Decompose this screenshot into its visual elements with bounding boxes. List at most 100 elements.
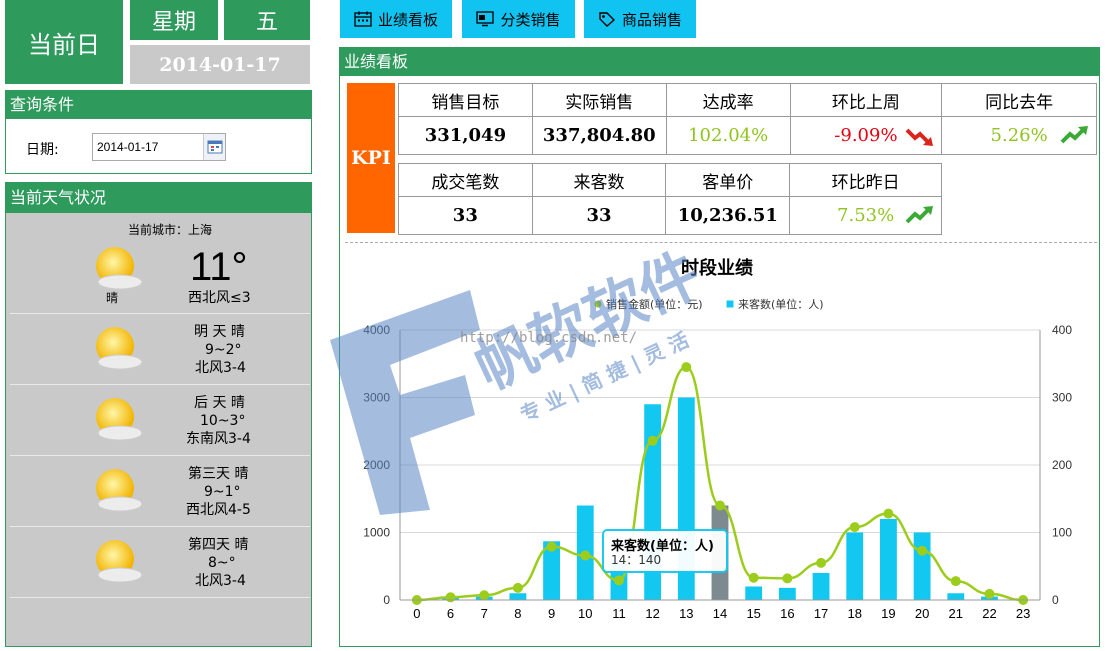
kpi-value: 33 — [398, 196, 533, 235]
forecast-temp: 9~2° — [205, 342, 242, 358]
tab-performance-board[interactable]: 业绩看板 — [340, 0, 452, 38]
sales-point — [883, 508, 894, 519]
y-right-tick-label: 400 — [1052, 323, 1072, 337]
forecast-temp: 9~1° — [204, 484, 241, 500]
y-right-tick-label: 100 — [1052, 526, 1072, 540]
kpi-header: 环比上周 — [789, 83, 943, 117]
kpi-value: 5.26% — [990, 125, 1048, 146]
tab-label: 分类销售 — [500, 10, 561, 29]
kpi-header: 环比昨日 — [789, 163, 942, 197]
sunny-icon — [96, 469, 143, 512]
query-panel-title: 查询条件 — [6, 91, 311, 119]
x-tick-label: 22 — [982, 606, 996, 621]
trend-up-icon — [1060, 126, 1088, 144]
weather-forecast-2: 后 天 晴 10~3° 东南风3-4 — [10, 385, 310, 456]
weekday-value-block: 五 — [224, 0, 310, 40]
kpi-value: 337,804.80 — [531, 116, 667, 155]
forecast-temp: 8~° — [208, 555, 236, 571]
sales-point — [479, 590, 490, 601]
forecast-day: 第四天 晴 — [188, 537, 249, 553]
sales-point — [782, 573, 793, 584]
calendar-icon — [354, 11, 372, 27]
kpi-divider — [345, 242, 1097, 243]
forecast-temp: 10~3° — [200, 413, 246, 429]
kpi-value: -9.09% — [834, 125, 898, 146]
tab-product-sales[interactable]: 商品销售 — [584, 0, 696, 38]
x-tick-label: 13 — [679, 606, 693, 621]
kpi-value: 331,049 — [398, 116, 533, 155]
tab-category-sales[interactable]: 分类销售 — [462, 0, 575, 38]
bar — [846, 532, 864, 600]
kpi-badge: KPI — [347, 83, 395, 233]
weather-forecast-4: 第四天 晴 8~° 北风3-4 — [10, 527, 310, 598]
tooltip-text: 14：140 — [611, 553, 661, 567]
forecast-wind: 东南风3-4 — [186, 431, 251, 447]
bar — [812, 573, 830, 600]
x-tick-label: 19 — [881, 606, 895, 621]
kpi-value-cell: -9.09% — [789, 116, 943, 155]
kpi-label: KPI — [351, 147, 391, 169]
sales-point — [613, 575, 624, 586]
tag-icon — [599, 12, 616, 27]
bar — [947, 593, 965, 600]
x-tick-label: 18 — [848, 606, 862, 621]
bar — [778, 587, 796, 600]
y-right-tick-label: 0 — [1052, 593, 1059, 607]
kpi-table-row2: 成交笔数 来客数 客单价 环比昨日 33 33 10,236.51 7.53% — [398, 163, 942, 235]
forecast-wind: 西北风4-5 — [186, 502, 251, 518]
weekday-label-block: 星期 — [130, 0, 218, 40]
kpi-header: 实际销售 — [531, 83, 667, 117]
bar — [745, 586, 763, 600]
dashboard-title: 业绩看板 — [340, 48, 1099, 76]
x-tick-label: 21 — [949, 606, 963, 621]
sales-point — [647, 435, 658, 446]
sales-point — [445, 592, 456, 603]
kpi-table-row1: 销售目标 实际销售 达成率 环比上周 同比去年 331,049 337,804.… — [398, 83, 1097, 155]
forecast-day: 第三天 晴 — [188, 466, 249, 482]
legend-marker — [726, 300, 734, 308]
current-day-label: 当前日 — [28, 30, 100, 59]
x-tick-label: 23 — [1016, 606, 1030, 621]
trend-down-icon — [905, 128, 934, 146]
y-left-tick-label: 4000 — [363, 323, 390, 337]
x-tick-label: 10 — [578, 606, 592, 621]
header-date: 2014-01-17 — [159, 53, 281, 76]
forecast-day: 后 天 晴 — [194, 395, 245, 411]
sunny-icon — [96, 540, 143, 583]
trend-up-icon — [905, 206, 933, 224]
weather-today-desc: 晴 — [106, 291, 119, 305]
x-tick-label: 20 — [915, 606, 929, 621]
x-tick-label: 7 — [481, 606, 488, 621]
x-tick-label: 17 — [814, 606, 828, 621]
forecast-day: 明 天 晴 — [194, 324, 245, 340]
date-input-value: 2014-01-17 — [97, 140, 159, 154]
sales-point — [512, 582, 523, 593]
x-tick-label: 16 — [780, 606, 794, 621]
sales-point — [849, 522, 860, 533]
sales-point — [748, 572, 759, 583]
weather-today-wind: 西北风≤3 — [188, 290, 251, 306]
hourly-performance-chart: 时段业绩 销售金额(单位：元) 来客数(单位：人) 0 01000 1002000 20… — [363, 257, 1072, 621]
x-tick-label: 6 — [447, 606, 454, 621]
sales-point — [816, 557, 827, 568]
weekday-label: 星期 — [151, 10, 196, 35]
x-tick-label: 8 — [514, 606, 521, 621]
kpi-value: 33 — [531, 196, 667, 235]
x-tick-label: 14 — [713, 606, 727, 621]
x-tick-label: 11 — [612, 606, 626, 621]
kpi-header: 同比去年 — [941, 83, 1097, 117]
current-day-block: 当前日 — [5, 0, 123, 84]
sales-point — [715, 500, 725, 511]
chart-legend: 销售金额(单位：元) 来客数(单位：人) — [594, 297, 824, 311]
kpi-value: 102.04% — [665, 116, 791, 155]
sunny-icon — [96, 327, 143, 370]
query-panel: 查询条件 — [5, 90, 312, 174]
calendar-picker-button[interactable] — [203, 134, 225, 160]
kpi-value: 10,236.51 — [665, 196, 791, 235]
weather-city: 当前城市：上海 — [128, 223, 213, 237]
weather-today-temp: 11° — [190, 245, 248, 289]
kpi-header: 客单价 — [665, 163, 791, 197]
sales-point — [950, 576, 961, 587]
date-input[interactable]: 2014-01-17 — [92, 133, 226, 161]
sales-point — [681, 362, 692, 373]
